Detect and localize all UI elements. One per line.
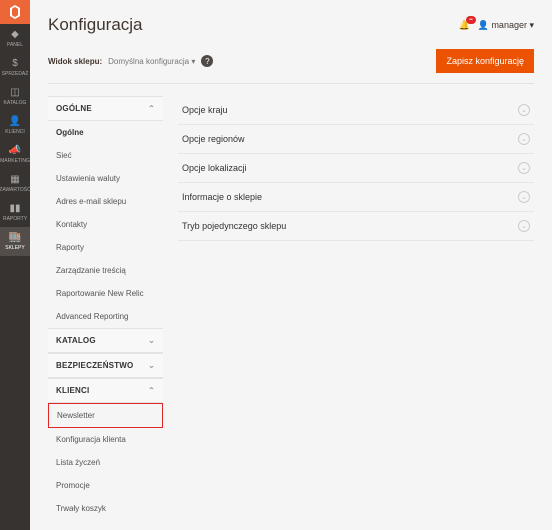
config-section-row[interactable]: Tryb pojedynczego sklepu⌄ — [178, 212, 534, 241]
user-menu[interactable]: 👤 manager ▾ — [478, 20, 534, 31]
section-head-bezpieczeństwo[interactable]: BEZPIECZEŃSTWO⌄ — [48, 353, 163, 378]
page-title: Konfiguracja — [48, 15, 143, 35]
rail-item-raporty[interactable]: ▮▮RAPORTY — [0, 198, 30, 227]
rail-icon: 👤 — [9, 116, 21, 127]
chevron-down-icon: ⌄ — [148, 361, 155, 370]
rail-item-marketing[interactable]: 📣MARKETING — [0, 140, 30, 169]
save-config-button[interactable]: Zapisz konfigurację — [436, 49, 534, 73]
rail-icon: ▮▮ — [9, 203, 20, 214]
expand-icon: ⌄ — [518, 220, 530, 232]
sidebar-item[interactable]: Kontakty — [48, 213, 163, 236]
sidebar-item[interactable]: Trwały koszyk — [48, 497, 163, 520]
sidebar-item[interactable]: Adres e-mail sklepu — [48, 190, 163, 213]
sidebar-item[interactable]: Promocje — [48, 474, 163, 497]
sidebar-item[interactable]: Newsletter — [48, 403, 163, 428]
rail-icon: ▦ — [10, 174, 19, 185]
rail-icon: 📣 — [9, 145, 21, 156]
magento-logo[interactable] — [0, 0, 30, 24]
left-navigation-rail: ◆PANEL$SPRZEDAŻ◫KATALOG👤KLIENCI📣MARKETIN… — [0, 0, 30, 530]
help-icon[interactable]: ? — [201, 55, 213, 67]
config-section-row[interactable]: Opcje lokalizacji⌄ — [178, 154, 534, 183]
sidebar-item[interactable]: Sieć — [48, 144, 163, 167]
sidebar-item[interactable]: Raporty — [48, 236, 163, 259]
expand-icon: ⌄ — [518, 104, 530, 116]
chevron-up-icon: ⌃ — [148, 104, 155, 113]
sidebar-item[interactable]: Ustawienia waluty — [48, 167, 163, 190]
expand-icon: ⌄ — [518, 191, 530, 203]
section-head-katalog[interactable]: KATALOG⌄ — [48, 328, 163, 353]
rail-item-zawartość[interactable]: ▦ZAWARTOŚĆ — [0, 169, 30, 198]
sidebar-item[interactable]: Konfiguracja klienta — [48, 428, 163, 451]
rail-icon: 🏬 — [9, 232, 21, 243]
sidebar-item[interactable]: Raportowanie New Relic — [48, 282, 163, 305]
main-content: Konfiguracja 🔔•• 👤 manager ▾ Widok sklep… — [30, 0, 552, 530]
rail-item-panel[interactable]: ◆PANEL — [0, 24, 30, 53]
sidebar-item[interactable]: Lista życzeń — [48, 451, 163, 474]
rail-item-katalog[interactable]: ◫KATALOG — [0, 82, 30, 111]
sidebar-item[interactable]: Zarządzanie treścią — [48, 259, 163, 282]
rail-item-klienci[interactable]: 👤KLIENCI — [0, 111, 30, 140]
section-head-ogólne[interactable]: OGÓLNE⌃ — [48, 96, 163, 121]
scope-label: Widok sklepu: — [48, 57, 102, 66]
sidebar-item[interactable]: Advanced Reporting — [48, 305, 163, 328]
notification-badge: •• — [466, 16, 476, 24]
config-panel: Opcje kraju⌄Opcje regionów⌄Opcje lokaliz… — [178, 96, 534, 520]
config-section-row[interactable]: Opcje regionów⌄ — [178, 125, 534, 154]
sidebar-item[interactable]: Ogólne — [48, 121, 163, 144]
chevron-down-icon: ⌄ — [148, 336, 155, 345]
scope-selector[interactable]: Domyślna konfiguracja ▾ — [108, 57, 195, 66]
config-section-row[interactable]: Informacje o sklepie⌄ — [178, 183, 534, 212]
rail-icon: ◫ — [10, 87, 19, 98]
expand-icon: ⌄ — [518, 162, 530, 174]
notifications-icon[interactable]: 🔔•• — [459, 20, 470, 31]
rail-icon: ◆ — [11, 29, 19, 40]
rail-icon: $ — [12, 58, 18, 69]
section-head-klienci[interactable]: KLIENCI⌃ — [48, 378, 163, 403]
expand-icon: ⌄ — [518, 133, 530, 145]
rail-item-sprzedaż[interactable]: $SPRZEDAŻ — [0, 53, 30, 82]
config-section-row[interactable]: Opcje kraju⌄ — [178, 96, 534, 125]
rail-item-sklepy[interactable]: 🏬SKLEPY — [0, 227, 30, 256]
chevron-up-icon: ⌃ — [148, 386, 155, 395]
config-sidebar: OGÓLNE⌃OgólneSiećUstawienia walutyAdres … — [48, 96, 163, 520]
